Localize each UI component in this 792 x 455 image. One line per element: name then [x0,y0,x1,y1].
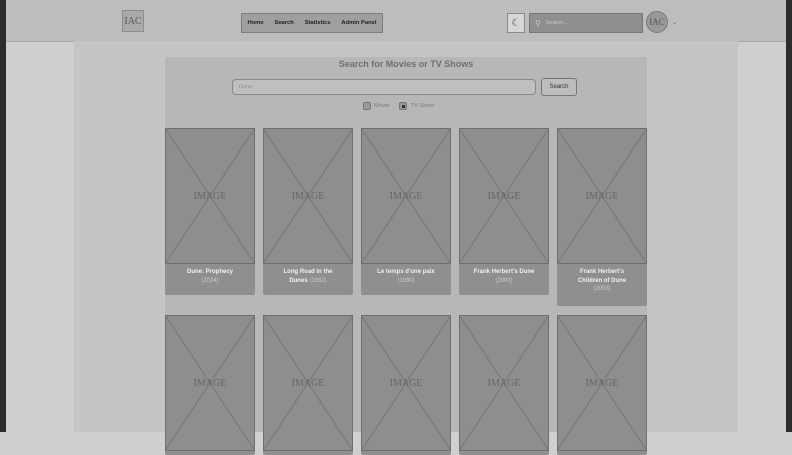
svg-text:IMAGE: IMAGE [194,191,227,202]
tv-show-label: TV Show [410,103,434,109]
search-input[interactable] [232,79,536,95]
svg-text:IMAGE: IMAGE [586,378,619,389]
svg-text:IMAGE: IMAGE [390,378,423,389]
svg-text:IMAGE: IMAGE [194,378,227,389]
poster-placeholder: IMAGE [459,315,549,451]
poster-placeholder: IMAGE [263,315,353,451]
nav-admin-panel[interactable]: Admin Panel [341,20,376,26]
svg-text:IMAGE: IMAGE [390,191,423,202]
avatar[interactable]: IAC [646,11,668,33]
result-year: (2024) [201,277,219,284]
movie-label: Movie [374,103,390,109]
result-title-line2: Dunes [289,277,308,284]
svg-text:IMAGE: IMAGE [488,191,521,202]
result-title-line1: Frank Herbert's [579,269,625,275]
search-icon: ⚲ [535,18,541,28]
result-year: (2000) [495,277,513,284]
poster-placeholder: IMAGE [361,315,451,451]
result-year: (1982) [309,277,327,284]
movie-radio[interactable] [363,102,371,110]
main-nav: Home Search Statistics Admin Panel [241,13,383,33]
result-title: Le temps d'une paix [377,269,435,275]
search-button[interactable]: Search [541,78,577,96]
moon-icon: ☾ [511,17,521,29]
result-card[interactable]: IMAGE [459,315,549,455]
poster-placeholder: IMAGE [361,128,451,264]
svg-text:IMAGE: IMAGE [488,378,521,389]
movie-option[interactable]: Movie [363,102,389,110]
page-title: Search for Movies or TV Shows [338,59,474,69]
svg-text:IMAGE: IMAGE [292,378,325,389]
result-title: Dune: Prophecy [186,269,233,275]
poster-placeholder: IMAGE [165,315,255,451]
result-card[interactable]: IMAGE Frank Herbert's Children of Dune (… [557,128,647,306]
app-logo[interactable]: IAC [122,10,144,32]
result-title-line2: Children of Dune [577,277,627,284]
result-card[interactable]: IMAGE Le temps d'une paix (1980) [361,128,451,295]
poster-placeholder: IMAGE [165,128,255,264]
result-card[interactable]: IMAGE Long Road in the Dunes (1982) [263,128,353,295]
result-card[interactable]: IMAGE [263,315,353,455]
svg-text:IMAGE: IMAGE [292,191,325,202]
result-card[interactable]: IMAGE [165,315,255,455]
result-year: (1980) [397,277,415,284]
nav-search[interactable]: Search [274,20,293,26]
result-title-line2-wrap: Dunes (1982) [263,277,353,286]
poster-placeholder: IMAGE [557,315,647,451]
result-card[interactable]: IMAGE [361,315,451,455]
right-frame [786,0,792,432]
result-year: (2003) [593,286,611,293]
poster-placeholder: IMAGE [459,128,549,264]
result-title-line1: Long Road in the [283,269,333,275]
tv-show-option[interactable]: TV Show [399,102,434,110]
poster-placeholder: IMAGE [263,128,353,264]
nav-home[interactable]: Home [247,20,263,26]
poster-placeholder: IMAGE [557,128,647,264]
result-title: Frank Herbert's Dune [473,269,535,275]
theme-toggle-button[interactable]: ☾ [507,13,525,33]
result-card[interactable]: IMAGE Dune: Prophecy (2024) [165,128,255,295]
chevron-down-icon[interactable]: ⌄ [672,19,677,26]
tv-show-radio[interactable] [399,102,408,110]
result-card[interactable]: IMAGE [557,315,647,455]
result-card[interactable]: IMAGE Frank Herbert's Dune (2000) [459,128,549,295]
svg-text:IMAGE: IMAGE [586,191,619,202]
user-menu[interactable]: IAC ⌄ [646,11,677,33]
left-frame [0,0,6,432]
header-search-input[interactable] [543,19,642,27]
search-form: Search [232,78,577,96]
header-search-box[interactable]: ⚲ [529,13,643,33]
media-type-options: Movie TV Show [363,102,444,110]
nav-statistics[interactable]: Statistics [305,20,331,26]
